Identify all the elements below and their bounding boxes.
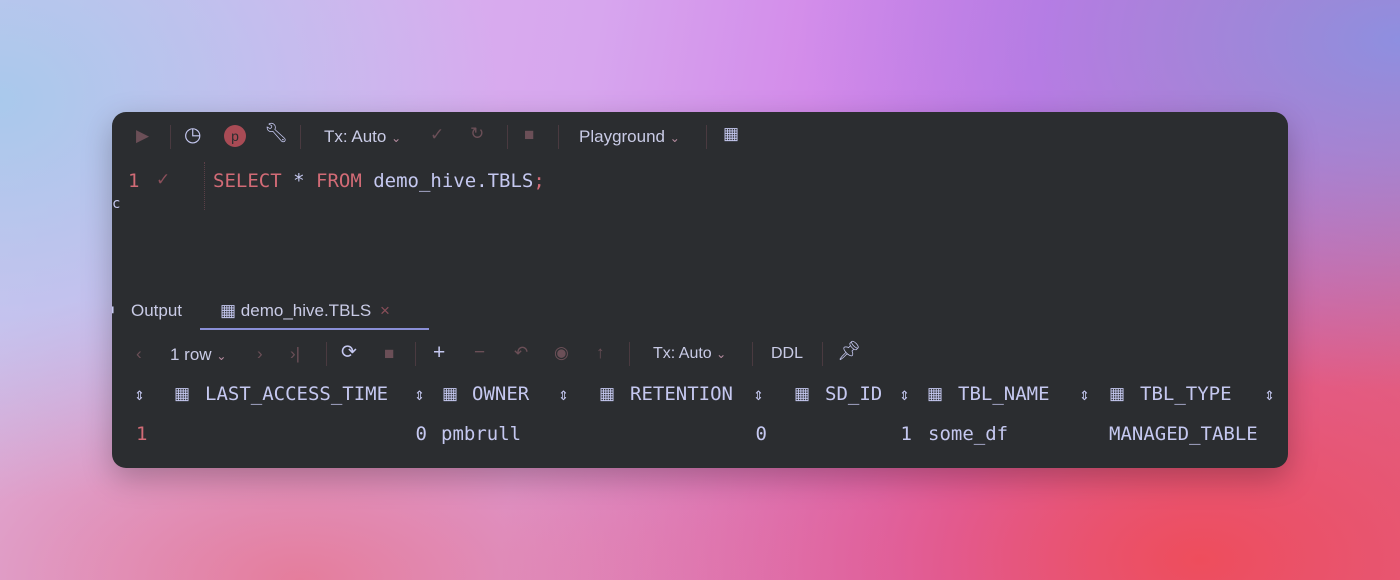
table-cell[interactable]: 0	[756, 423, 767, 445]
table-cell[interactable]: MANAGED_TABLE	[1109, 423, 1258, 445]
revert-icon[interactable]: ↶	[514, 344, 528, 361]
toolbar-divider	[706, 125, 707, 149]
view-icon[interactable]: ◉	[554, 344, 569, 361]
toolbar-divider	[170, 125, 171, 149]
close-icon[interactable]: ×	[380, 301, 390, 320]
refresh-icon[interactable]: ⟳	[341, 343, 357, 362]
table-cell[interactable]: some_df	[928, 423, 1008, 445]
toolbar-divider	[300, 125, 301, 149]
database-console-window: ▶ ◷ p 🔧︎ Tx: Auto ⌄ ✓ ↻ ■ Playground ⌄ ▦…	[112, 112, 1288, 468]
column-header[interactable]: RETENTION	[630, 383, 733, 405]
stop-icon[interactable]: ■	[524, 126, 534, 143]
column-icon: ▦	[927, 384, 944, 403]
row-count-label: 1 row	[170, 345, 212, 364]
tab-result[interactable]: ▦ demo_hive.TBLS ×	[220, 301, 390, 321]
commit-icon[interactable]: ✓	[430, 126, 444, 143]
row-number: 1	[136, 423, 148, 445]
sort-icon[interactable]: ⇕	[414, 388, 425, 404]
column-header[interactable]: SD_ID	[825, 383, 882, 405]
results-tx-label: Tx: Auto	[653, 345, 712, 362]
chevron-down-icon: ⌄	[391, 131, 402, 145]
toolbar-divider	[326, 342, 327, 366]
keyword-from: FROM	[316, 170, 362, 192]
output-icon: ■	[112, 302, 114, 316]
column-icon: ▦	[442, 384, 459, 403]
gutter-divider	[204, 162, 205, 210]
column-header[interactable]: TBL_TYPE	[1140, 383, 1232, 405]
table-identifier: demo_hive.TBLS	[373, 170, 534, 192]
semicolon: ;	[533, 170, 545, 192]
stop-icon[interactable]: ■	[384, 345, 394, 362]
tab-result-label: demo_hive.TBLS	[240, 301, 372, 320]
keyword-select: SELECT	[213, 170, 282, 192]
sql-editor[interactable]: SELECT * FROM demo_hive.TBLS;	[213, 170, 545, 192]
gutter-letter: c	[112, 196, 121, 212]
column-header[interactable]: OWNER	[472, 383, 529, 405]
chevron-down-icon: ⌄	[669, 131, 680, 145]
history-icon[interactable]: ◷	[184, 125, 201, 145]
results-tx-dropdown[interactable]: Tx: Auto ⌄	[653, 345, 726, 363]
column-header[interactable]: LAST_ACCESS_TIME	[205, 383, 388, 405]
chevron-down-icon: ⌄	[716, 347, 727, 361]
first-page-icon[interactable]: ‹	[136, 345, 142, 362]
toolbar-divider	[507, 125, 508, 149]
next-page-icon[interactable]: ›	[257, 345, 263, 362]
key-column-icon: ▦	[794, 384, 811, 403]
toolbar-divider	[752, 342, 753, 366]
table-cell[interactable]: 1	[901, 423, 912, 445]
active-tab-underline	[200, 328, 429, 330]
toolbar-divider	[415, 342, 416, 366]
tx-mode-label: Tx: Auto	[324, 127, 387, 146]
row-count-dropdown[interactable]: 1 row ⌄	[170, 345, 226, 365]
sort-icon[interactable]: ⇕	[134, 388, 145, 404]
sort-icon[interactable]: ⇕	[753, 388, 764, 404]
sort-icon[interactable]: ⇕	[1079, 388, 1090, 404]
column-icon: ▦	[174, 384, 191, 403]
tab-output[interactable]: Output	[131, 301, 182, 321]
last-page-icon[interactable]: ›|	[290, 345, 300, 362]
toolbar-divider	[822, 342, 823, 366]
wrench-icon[interactable]: 🔧︎	[264, 124, 288, 143]
add-row-icon[interactable]: +	[433, 342, 445, 363]
toolbar-divider	[629, 342, 630, 366]
table-cell[interactable]: 0	[416, 423, 427, 445]
toolbar-divider	[558, 125, 559, 149]
sort-icon[interactable]: ⇕	[899, 388, 910, 404]
schema-label: Playground	[579, 127, 666, 146]
sort-icon[interactable]: ⇕	[1264, 388, 1275, 404]
table-cell[interactable]: pmbrull	[441, 423, 521, 445]
rollback-icon[interactable]: ↻	[470, 125, 484, 142]
table-view-icon[interactable]: ▦	[723, 125, 739, 142]
star: *	[293, 170, 305, 192]
check-icon: ✓	[156, 170, 171, 189]
schema-dropdown[interactable]: Playground ⌄	[579, 127, 680, 147]
column-icon: ▦	[1109, 384, 1126, 403]
tx-mode-dropdown[interactable]: Tx: Auto ⌄	[324, 127, 401, 147]
run-icon[interactable]: ▶	[136, 127, 149, 144]
table-icon: ▦	[220, 301, 237, 320]
chevron-down-icon: ⌄	[216, 349, 227, 363]
column-icon: ▦	[599, 384, 616, 403]
delete-row-icon[interactable]: −	[474, 343, 485, 362]
submit-icon[interactable]: ↑	[596, 344, 605, 361]
ddl-button[interactable]: DDL	[771, 345, 803, 363]
pin-icon[interactable]: 📌︎	[837, 342, 861, 361]
profile-icon[interactable]: p	[224, 125, 246, 147]
column-header[interactable]: TBL_NAME	[958, 383, 1050, 405]
line-number: 1	[128, 170, 140, 192]
sort-icon[interactable]: ⇕	[558, 388, 569, 404]
